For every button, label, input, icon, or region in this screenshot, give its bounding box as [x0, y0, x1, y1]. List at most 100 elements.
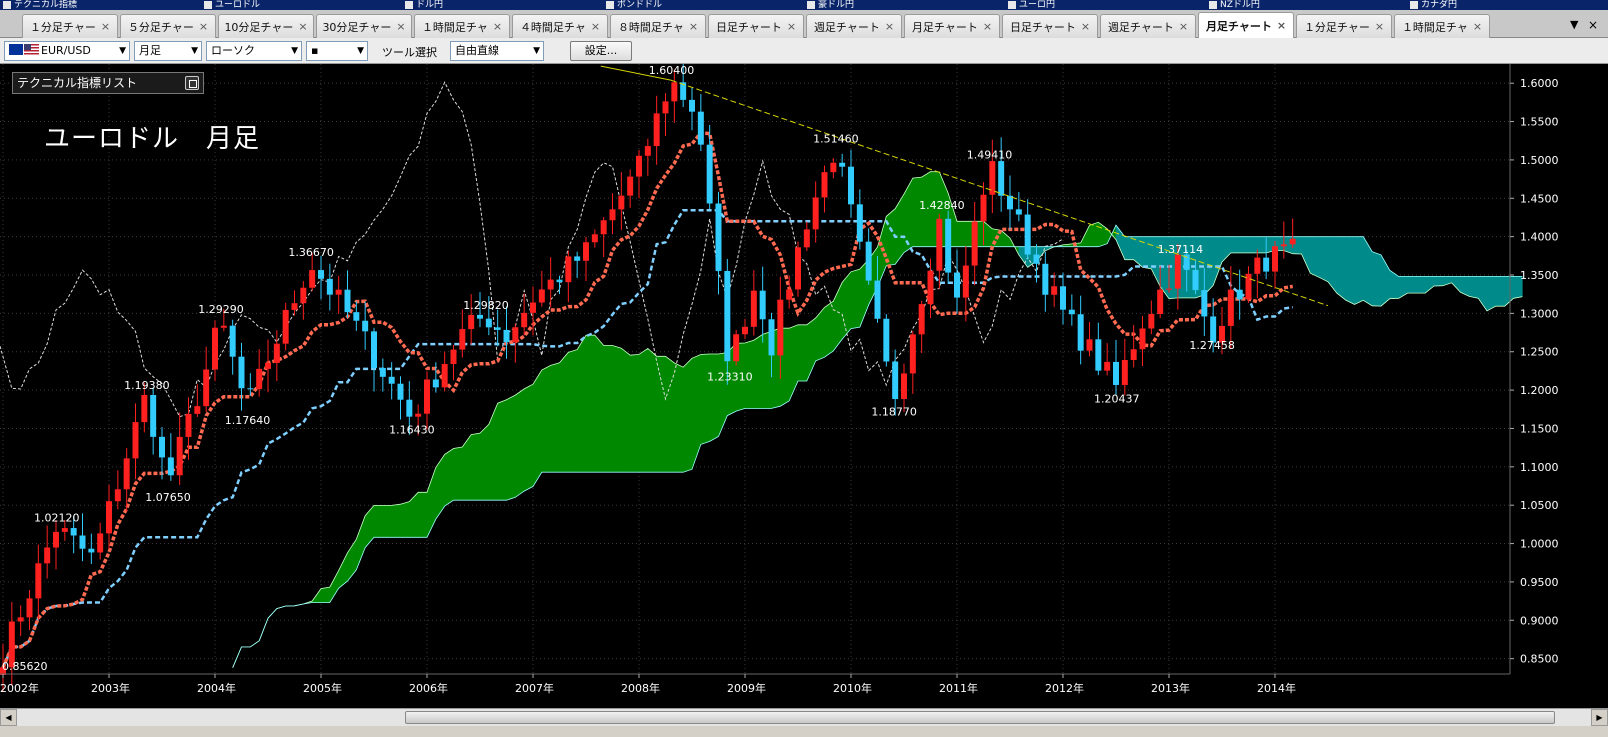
drawing-tool-select[interactable]: 自由直線 ▼	[450, 41, 544, 61]
candle-body	[1068, 309, 1075, 315]
candle-body	[503, 329, 510, 343]
candle-body	[167, 457, 174, 476]
chart-tab[interactable]: ５分足チャー ×	[120, 14, 216, 38]
document-tab[interactable]: ドル円	[402, 0, 603, 10]
chart-tab[interactable]: 日足チャート ×	[1002, 14, 1098, 38]
candle-body	[856, 204, 863, 242]
document-tab[interactable]: ポンドドル	[603, 0, 804, 10]
document-tab[interactable]: カナダ円	[1407, 0, 1608, 10]
candle-body	[1007, 195, 1013, 210]
kumo-cloud-segment	[1336, 236, 1346, 301]
tab-close-icon[interactable]: ×	[298, 20, 307, 33]
y-axis-tick-label: 1.1500	[1520, 422, 1559, 435]
candle-body	[962, 265, 969, 298]
document-tab[interactable]: ユーロ円	[1005, 0, 1206, 10]
tab-close-icon[interactable]: ×	[493, 20, 502, 33]
scroll-right-arrow-icon[interactable]: ▶	[1591, 709, 1608, 726]
document-tab[interactable]: 豪ドル円	[804, 0, 1005, 10]
panel-maximize-icon[interactable]	[185, 76, 199, 90]
candle-body	[106, 501, 112, 534]
tab-close-icon[interactable]: ×	[787, 20, 796, 33]
chart-type-select[interactable]: ローソク ▼	[206, 41, 302, 61]
candle-body	[671, 82, 678, 102]
y-axis-tick-label: 0.8500	[1520, 653, 1559, 666]
scroll-left-arrow-icon[interactable]: ◀	[0, 709, 17, 726]
chart-tab[interactable]: １時間足チャ ×	[1394, 14, 1490, 38]
kumo-cloud-segment	[1000, 229, 1011, 247]
kumo-cloud-segment	[356, 515, 366, 571]
tab-label: ５分足チャー	[127, 20, 194, 34]
tab-close-icon[interactable]: ×	[1473, 20, 1482, 33]
scrollbar-thumb[interactable]	[405, 711, 1555, 724]
x-axis-tick-label: 2008年	[621, 681, 660, 695]
price-label: 1.29290	[198, 303, 244, 316]
tab-close-icon[interactable]: ×	[591, 20, 600, 33]
tab-close-icon[interactable]: ×	[1375, 20, 1384, 33]
candle-body	[344, 289, 351, 313]
tab-menu-dropdown-icon[interactable]: ▼	[1570, 18, 1586, 36]
tab-close-icon[interactable]: ×	[1179, 20, 1188, 33]
price-chart[interactable]: 0.85620 1.02120 1.19380 1.07650 1.29290 1.176…	[0, 64, 1608, 708]
kumo-cloud-segment	[409, 491, 419, 538]
tab-close-icon[interactable]: ×	[101, 20, 110, 33]
technical-indicator-list-panel[interactable]: テクニカル指標リスト	[12, 72, 204, 94]
close-all-tabs-icon[interactable]: ×	[1588, 18, 1604, 36]
chart-tab[interactable]: 30分足チャー ×	[316, 14, 412, 38]
tab-close-icon[interactable]: ×	[689, 20, 698, 33]
drawing-tool-value: 自由直線	[455, 44, 499, 57]
candle-body	[750, 290, 757, 327]
document-tab[interactable]: NZドル円	[1206, 0, 1407, 10]
kumo-cloud-segment	[523, 383, 534, 492]
chart-tab[interactable]: １時間足チャ ×	[414, 14, 510, 38]
kumo-cloud-segment	[1142, 236, 1152, 270]
candle-body	[371, 331, 377, 368]
chart-tab[interactable]: ４時間足チャ ×	[512, 14, 608, 38]
kumo-cloud-segment	[506, 394, 516, 501]
kumo-cloud-segment	[1221, 236, 1232, 263]
tab-close-icon[interactable]: ×	[396, 20, 405, 33]
tab-label: 月足チャート	[911, 20, 978, 34]
horizontal-scrollbar[interactable]: ◀ ▶	[0, 708, 1608, 726]
tab-close-icon[interactable]: ×	[199, 20, 208, 33]
chart-tab[interactable]: 月足チャート ×	[1198, 12, 1294, 38]
kumo-cloud-segment	[532, 368, 543, 488]
kumo-cloud-segment	[1495, 276, 1505, 307]
tab-close-icon[interactable]: ×	[1277, 19, 1286, 32]
chart-tab[interactable]: ８時間足チャ ×	[610, 14, 706, 38]
candle-body	[141, 395, 148, 423]
document-tab[interactable]: テクニカル指標	[0, 0, 201, 10]
chart-tab[interactable]: 日足チャート ×	[708, 14, 804, 38]
chart-tab[interactable]: １分足チャー ×	[22, 14, 118, 38]
candle-body	[123, 458, 130, 490]
timeframe-select[interactable]: 月足 ▼	[134, 41, 202, 61]
kumo-cloud-segment	[656, 355, 666, 473]
chart-tab[interactable]: 週足チャート ×	[806, 14, 902, 38]
candle-body	[1236, 289, 1243, 300]
price-label: 1.23310	[707, 371, 753, 384]
chart-tab[interactable]: 10分足チャー ×	[218, 14, 314, 38]
chart-tab[interactable]: １分足チャー ×	[1296, 14, 1392, 38]
kumo-cloud-segment	[479, 423, 490, 501]
tab-close-icon[interactable]: ×	[1081, 20, 1090, 33]
document-tab[interactable]: ユーロドル	[201, 0, 402, 10]
chart-tab[interactable]: 月足チャート ×	[904, 14, 1000, 38]
y-axis-tick-label: 1.0500	[1520, 499, 1559, 512]
settings-button[interactable]: 設定...	[570, 41, 632, 61]
currency-pair-select[interactable]: EUR/USD ▼	[4, 41, 130, 61]
kumo-cloud-segment	[1433, 276, 1444, 287]
candle-body	[1280, 244, 1287, 247]
candle-body	[326, 278, 333, 295]
line-style-select[interactable]: ▪ ▼	[306, 41, 368, 61]
tab-label: ８時間足チャ	[617, 20, 684, 34]
candlestick-chart-svg[interactable]: 0.85620 1.02120 1.19380 1.07650 1.29290 1.176…	[0, 64, 1608, 708]
candle-body	[874, 280, 881, 319]
candle-body	[432, 379, 439, 388]
tab-close-icon[interactable]: ×	[983, 20, 992, 33]
candle-body	[768, 319, 775, 356]
kumo-cloud-segment	[1239, 236, 1249, 254]
kumo-cloud-segment	[1398, 276, 1408, 299]
chart-tab[interactable]: 週足チャート ×	[1100, 14, 1196, 38]
kumo-cloud-segment	[453, 446, 463, 501]
kumo-cloud-segment	[1407, 276, 1417, 294]
tab-close-icon[interactable]: ×	[885, 20, 894, 33]
